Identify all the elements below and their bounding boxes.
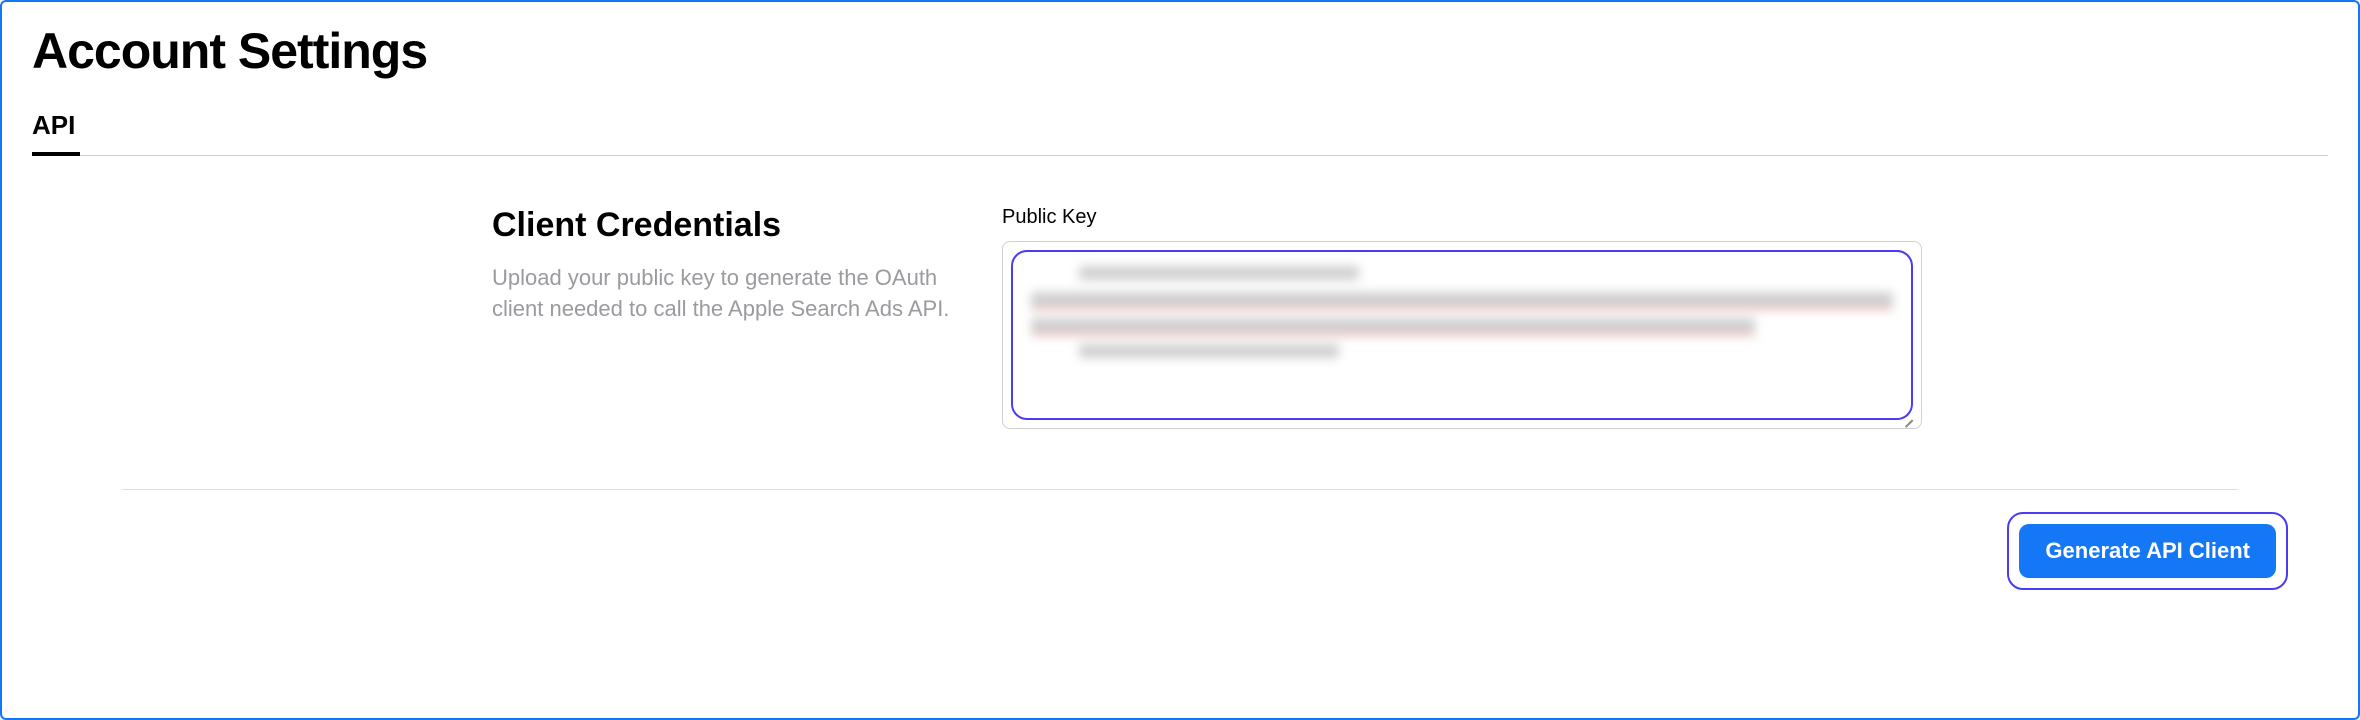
page-title: Account Settings <box>32 22 2328 80</box>
section-description: Upload your public key to generate the O… <box>492 263 952 325</box>
public-key-value-blurred <box>1031 266 1893 358</box>
public-key-label: Public Key <box>1002 206 2288 229</box>
public-key-textarea-wrapper <box>1002 241 1922 429</box>
credentials-info: Client Credentials Upload your public ke… <box>492 206 1002 429</box>
section-heading: Client Credentials <box>492 206 1002 245</box>
tab-api[interactable]: API <box>32 110 75 155</box>
content: Client Credentials Upload your public ke… <box>32 206 2328 429</box>
resize-handle-icon[interactable] <box>1899 406 1915 422</box>
public-key-textarea[interactable] <box>1011 250 1913 420</box>
generate-api-client-button[interactable]: Generate API Client <box>2019 524 2276 578</box>
generate-button-focus-ring: Generate API Client <box>2007 512 2288 590</box>
actions-row: Generate API Client <box>32 490 2328 590</box>
tabs: API <box>32 110 2328 156</box>
public-key-field: Public Key <box>1002 206 2328 429</box>
